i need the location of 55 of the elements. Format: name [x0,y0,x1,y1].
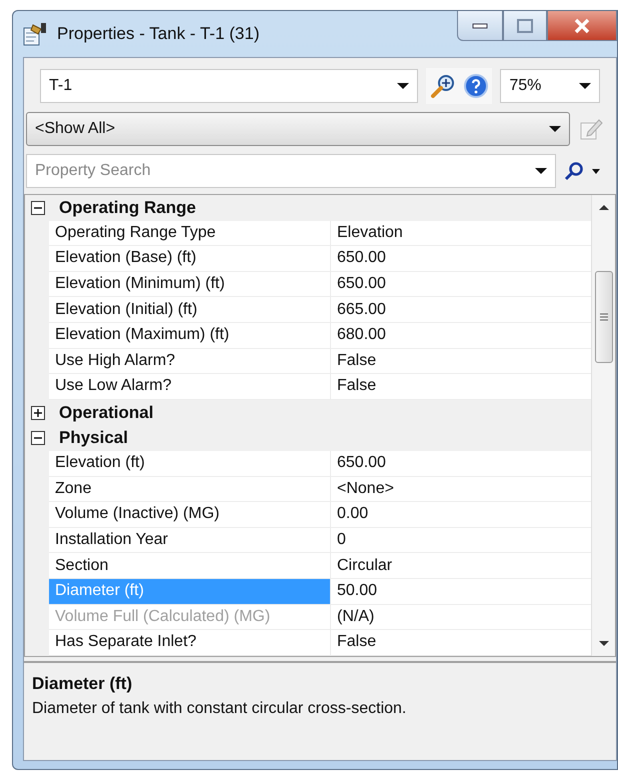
description-text: Diameter of tank with constant circular cross-section. [32,698,408,718]
property-value[interactable]: 0 [331,528,591,554]
property-search-field[interactable]: Property Search [26,154,556,188]
zoom-dropdown[interactable]: 75% [500,69,600,103]
scroll-down-icon[interactable] [598,640,610,648]
collapse-icon[interactable] [31,200,45,215]
minimize-icon [472,22,488,28]
property-name[interactable]: Elevation (ft) [49,450,331,477]
close-button[interactable] [547,11,617,41]
close-icon [573,18,591,34]
zoom-in-icon[interactable] [430,73,456,99]
property-value[interactable]: False [331,348,591,374]
property-value[interactable]: 680.00 [331,322,591,349]
collapse-icon[interactable] [31,431,45,446]
property-name[interactable]: Use Low Alarm? [49,374,331,400]
property-name[interactable]: Use High Alarm? [49,348,331,374]
property-name[interactable]: Zone [49,476,331,502]
property-value[interactable]: 0.00 [331,502,591,528]
caret-icon [592,168,600,174]
property-value[interactable]: False [331,374,591,400]
scrollbar-thumb[interactable] [594,271,612,363]
property-value[interactable]: 650.00 [331,272,591,298]
property-value[interactable]: 665.00 [331,297,591,323]
search-icon [564,161,584,181]
property-name[interactable]: Volume (Inactive) (MG) [49,502,331,528]
minimize-button[interactable] [457,11,503,41]
property-name[interactable]: Installation Year [49,528,331,554]
scroll-up-icon[interactable] [598,203,610,211]
filter-dropdown[interactable]: <Show All> [26,112,570,146]
property-name[interactable]: Has Separate Inlet? [49,630,331,656]
property-name[interactable]: Operating Range Type [49,220,331,246]
property-name[interactable]: Elevation (Minimum) (ft) [49,272,331,298]
properties-icon [23,22,49,46]
property-value[interactable]: 650.00 [331,450,591,477]
category-header[interactable]: Physical [59,425,128,451]
category-header[interactable]: Operational [59,400,154,426]
category-header[interactable]: Operating Range [59,195,196,221]
property-value[interactable]: Elevation [331,220,591,246]
property-name[interactable]: Section [49,553,331,579]
window-title: Properties - Tank - T-1 (31) [57,23,260,46]
property-value[interactable]: 650.00 [331,246,591,272]
property-value[interactable]: 50.00 [331,578,591,604]
property-name[interactable]: Elevation (Initial) (ft) [49,297,331,323]
help-icon[interactable] [464,74,488,98]
grip-icon [598,313,608,321]
property-name[interactable]: Elevation (Maximum) (ft) [49,322,331,349]
element-dropdown[interactable]: T-1 [40,69,418,103]
maximize-icon [517,18,533,32]
description-title: Diameter (ft) [32,673,134,695]
expand-icon[interactable] [31,406,45,420]
property-value[interactable]: Circular [331,553,591,579]
search-button[interactable] [564,161,600,181]
property-value[interactable]: <None> [331,476,591,502]
property-value[interactable]: False [331,630,591,656]
property-name[interactable]: Elevation (Base) (ft) [49,246,331,272]
